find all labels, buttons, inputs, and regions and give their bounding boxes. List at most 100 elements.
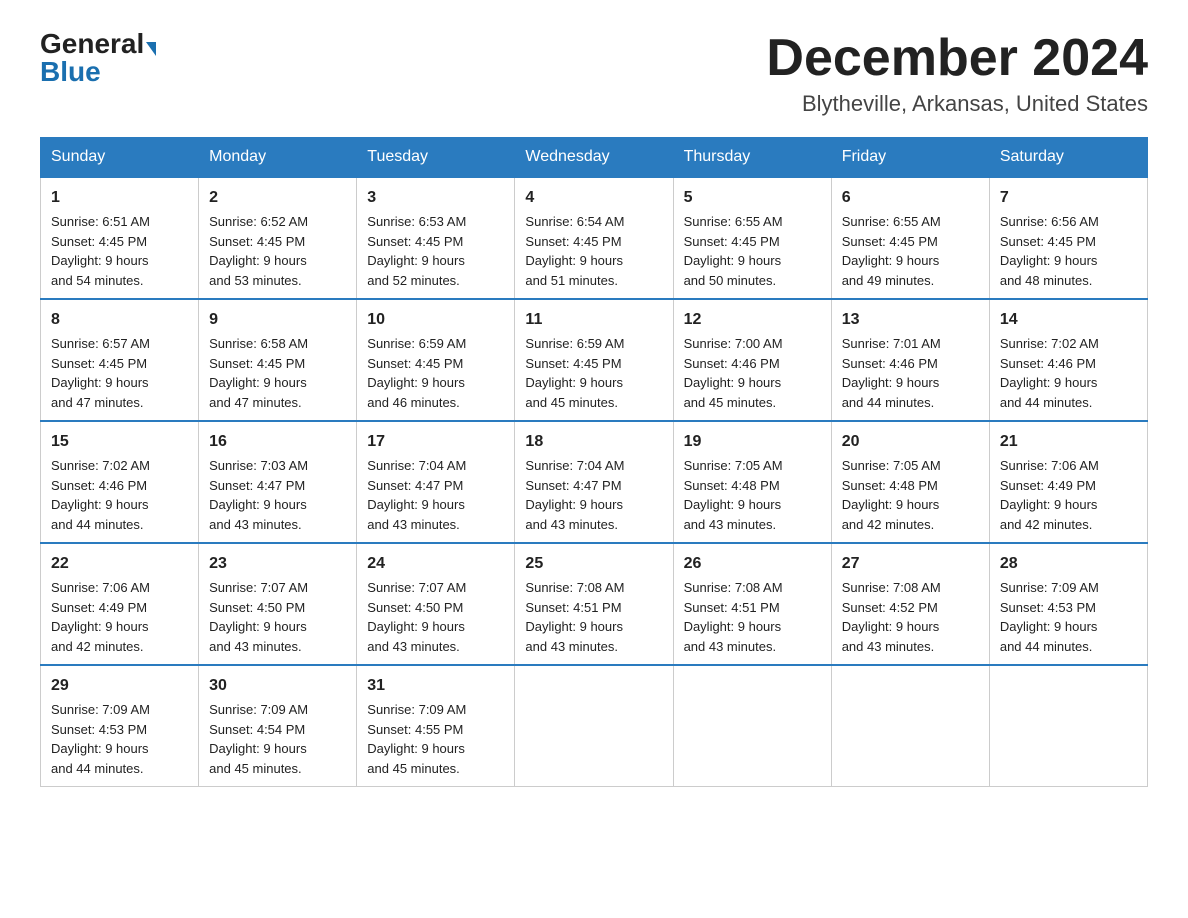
calendar-cell: 24 Sunrise: 7:07 AMSunset: 4:50 PMDaylig… xyxy=(357,543,515,665)
day-info: Sunrise: 6:54 AMSunset: 4:45 PMDaylight:… xyxy=(525,214,624,288)
day-info: Sunrise: 7:06 AMSunset: 4:49 PMDaylight:… xyxy=(51,580,150,654)
day-number: 22 xyxy=(51,552,188,576)
day-info: Sunrise: 7:08 AMSunset: 4:51 PMDaylight:… xyxy=(684,580,783,654)
day-info: Sunrise: 6:59 AMSunset: 4:45 PMDaylight:… xyxy=(525,336,624,410)
calendar-cell: 10 Sunrise: 6:59 AMSunset: 4:45 PMDaylig… xyxy=(357,299,515,421)
day-number: 15 xyxy=(51,430,188,454)
calendar-cell: 15 Sunrise: 7:02 AMSunset: 4:46 PMDaylig… xyxy=(41,421,199,543)
day-info: Sunrise: 7:02 AMSunset: 4:46 PMDaylight:… xyxy=(51,458,150,532)
day-number: 18 xyxy=(525,430,662,454)
day-number: 21 xyxy=(1000,430,1137,454)
calendar-cell: 25 Sunrise: 7:08 AMSunset: 4:51 PMDaylig… xyxy=(515,543,673,665)
day-number: 28 xyxy=(1000,552,1137,576)
day-info: Sunrise: 7:04 AMSunset: 4:47 PMDaylight:… xyxy=(367,458,466,532)
day-info: Sunrise: 7:09 AMSunset: 4:53 PMDaylight:… xyxy=(51,702,150,776)
day-info: Sunrise: 6:53 AMSunset: 4:45 PMDaylight:… xyxy=(367,214,466,288)
calendar-cell: 21 Sunrise: 7:06 AMSunset: 4:49 PMDaylig… xyxy=(989,421,1147,543)
calendar-cell: 2 Sunrise: 6:52 AMSunset: 4:45 PMDayligh… xyxy=(199,177,357,299)
day-info: Sunrise: 6:58 AMSunset: 4:45 PMDaylight:… xyxy=(209,336,308,410)
day-number: 17 xyxy=(367,430,504,454)
day-info: Sunrise: 7:08 AMSunset: 4:51 PMDaylight:… xyxy=(525,580,624,654)
logo-triangle-icon xyxy=(146,42,156,56)
calendar-cell: 30 Sunrise: 7:09 AMSunset: 4:54 PMDaylig… xyxy=(199,665,357,787)
day-number: 27 xyxy=(842,552,979,576)
calendar-cell: 27 Sunrise: 7:08 AMSunset: 4:52 PMDaylig… xyxy=(831,543,989,665)
week-row-3: 15 Sunrise: 7:02 AMSunset: 4:46 PMDaylig… xyxy=(41,421,1148,543)
logo-general-text: General xyxy=(40,28,144,59)
week-row-5: 29 Sunrise: 7:09 AMSunset: 4:53 PMDaylig… xyxy=(41,665,1148,787)
calendar-cell: 9 Sunrise: 6:58 AMSunset: 4:45 PMDayligh… xyxy=(199,299,357,421)
day-number: 25 xyxy=(525,552,662,576)
week-row-1: 1 Sunrise: 6:51 AMSunset: 4:45 PMDayligh… xyxy=(41,177,1148,299)
day-info: Sunrise: 6:51 AMSunset: 4:45 PMDaylight:… xyxy=(51,214,150,288)
day-header-sunday: Sunday xyxy=(41,138,199,178)
day-number: 3 xyxy=(367,186,504,210)
day-info: Sunrise: 7:05 AMSunset: 4:48 PMDaylight:… xyxy=(842,458,941,532)
day-number: 8 xyxy=(51,308,188,332)
calendar-cell: 14 Sunrise: 7:02 AMSunset: 4:46 PMDaylig… xyxy=(989,299,1147,421)
day-info: Sunrise: 7:04 AMSunset: 4:47 PMDaylight:… xyxy=(525,458,624,532)
calendar-table: SundayMondayTuesdayWednesdayThursdayFrid… xyxy=(40,137,1148,787)
day-number: 13 xyxy=(842,308,979,332)
day-number: 26 xyxy=(684,552,821,576)
day-number: 29 xyxy=(51,674,188,698)
day-number: 2 xyxy=(209,186,346,210)
calendar-cell: 26 Sunrise: 7:08 AMSunset: 4:51 PMDaylig… xyxy=(673,543,831,665)
calendar-cell: 1 Sunrise: 6:51 AMSunset: 4:45 PMDayligh… xyxy=(41,177,199,299)
calendar-cell xyxy=(673,665,831,787)
calendar-cell: 16 Sunrise: 7:03 AMSunset: 4:47 PMDaylig… xyxy=(199,421,357,543)
calendar-cell: 3 Sunrise: 6:53 AMSunset: 4:45 PMDayligh… xyxy=(357,177,515,299)
day-info: Sunrise: 7:05 AMSunset: 4:48 PMDaylight:… xyxy=(684,458,783,532)
day-info: Sunrise: 7:09 AMSunset: 4:53 PMDaylight:… xyxy=(1000,580,1099,654)
day-number: 9 xyxy=(209,308,346,332)
calendar-cell: 22 Sunrise: 7:06 AMSunset: 4:49 PMDaylig… xyxy=(41,543,199,665)
day-header-wednesday: Wednesday xyxy=(515,138,673,178)
day-number: 23 xyxy=(209,552,346,576)
day-number: 30 xyxy=(209,674,346,698)
day-header-monday: Monday xyxy=(199,138,357,178)
calendar-cell: 23 Sunrise: 7:07 AMSunset: 4:50 PMDaylig… xyxy=(199,543,357,665)
calendar-cell: 12 Sunrise: 7:00 AMSunset: 4:46 PMDaylig… xyxy=(673,299,831,421)
day-info: Sunrise: 7:01 AMSunset: 4:46 PMDaylight:… xyxy=(842,336,941,410)
day-info: Sunrise: 7:03 AMSunset: 4:47 PMDaylight:… xyxy=(209,458,308,532)
day-number: 20 xyxy=(842,430,979,454)
days-header-row: SundayMondayTuesdayWednesdayThursdayFrid… xyxy=(41,138,1148,178)
calendar-cell: 19 Sunrise: 7:05 AMSunset: 4:48 PMDaylig… xyxy=(673,421,831,543)
day-number: 16 xyxy=(209,430,346,454)
title-area: December 2024 Blytheville, Arkansas, Uni… xyxy=(766,30,1148,117)
day-number: 1 xyxy=(51,186,188,210)
day-number: 5 xyxy=(684,186,821,210)
calendar-cell: 8 Sunrise: 6:57 AMSunset: 4:45 PMDayligh… xyxy=(41,299,199,421)
day-info: Sunrise: 7:00 AMSunset: 4:46 PMDaylight:… xyxy=(684,336,783,410)
calendar-cell xyxy=(831,665,989,787)
calendar-cell: 17 Sunrise: 7:04 AMSunset: 4:47 PMDaylig… xyxy=(357,421,515,543)
day-info: Sunrise: 6:56 AMSunset: 4:45 PMDaylight:… xyxy=(1000,214,1099,288)
page-header: General Blue December 2024 Blytheville, … xyxy=(40,30,1148,117)
calendar-cell: 7 Sunrise: 6:56 AMSunset: 4:45 PMDayligh… xyxy=(989,177,1147,299)
day-number: 7 xyxy=(1000,186,1137,210)
day-info: Sunrise: 7:09 AMSunset: 4:55 PMDaylight:… xyxy=(367,702,466,776)
calendar-cell: 5 Sunrise: 6:55 AMSunset: 4:45 PMDayligh… xyxy=(673,177,831,299)
location-title: Blytheville, Arkansas, United States xyxy=(766,91,1148,117)
day-header-thursday: Thursday xyxy=(673,138,831,178)
day-info: Sunrise: 6:59 AMSunset: 4:45 PMDaylight:… xyxy=(367,336,466,410)
day-info: Sunrise: 7:07 AMSunset: 4:50 PMDaylight:… xyxy=(209,580,308,654)
day-number: 24 xyxy=(367,552,504,576)
day-number: 11 xyxy=(525,308,662,332)
day-info: Sunrise: 6:52 AMSunset: 4:45 PMDaylight:… xyxy=(209,214,308,288)
calendar-cell: 13 Sunrise: 7:01 AMSunset: 4:46 PMDaylig… xyxy=(831,299,989,421)
day-number: 4 xyxy=(525,186,662,210)
day-number: 10 xyxy=(367,308,504,332)
logo-general-line: General xyxy=(40,30,156,58)
calendar-cell: 28 Sunrise: 7:09 AMSunset: 4:53 PMDaylig… xyxy=(989,543,1147,665)
calendar-cell: 29 Sunrise: 7:09 AMSunset: 4:53 PMDaylig… xyxy=(41,665,199,787)
week-row-4: 22 Sunrise: 7:06 AMSunset: 4:49 PMDaylig… xyxy=(41,543,1148,665)
day-info: Sunrise: 6:55 AMSunset: 4:45 PMDaylight:… xyxy=(684,214,783,288)
calendar-cell xyxy=(515,665,673,787)
day-number: 31 xyxy=(367,674,504,698)
day-info: Sunrise: 7:02 AMSunset: 4:46 PMDaylight:… xyxy=(1000,336,1099,410)
calendar-cell: 20 Sunrise: 7:05 AMSunset: 4:48 PMDaylig… xyxy=(831,421,989,543)
day-number: 19 xyxy=(684,430,821,454)
day-info: Sunrise: 6:55 AMSunset: 4:45 PMDaylight:… xyxy=(842,214,941,288)
calendar-cell: 6 Sunrise: 6:55 AMSunset: 4:45 PMDayligh… xyxy=(831,177,989,299)
